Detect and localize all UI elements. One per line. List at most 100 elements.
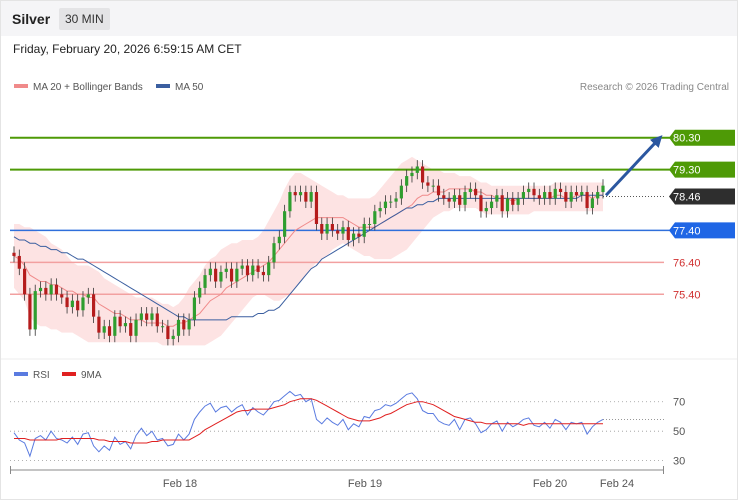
candle-body [81,297,85,311]
candle-body [352,233,356,240]
candle-body [76,300,80,311]
candle-body [521,192,525,199]
candle-body [160,326,165,328]
candle-body [240,265,244,269]
candle-body [479,195,483,212]
candle-body [346,227,350,240]
level-labels: 80.30 79.30 77.40 76.40 75.40 78.46 [669,129,735,301]
candle-body [23,268,27,295]
9ma-legend-swatch [62,372,76,376]
level-label-77.40: 77.40 [673,225,701,237]
candle-body [176,319,181,336]
x-tick-feb-20: Feb 20 [533,478,567,490]
rsi-legend-swatch [14,372,28,376]
candle-body [447,198,451,202]
candle-body [468,188,472,193]
candle-body [574,192,579,196]
x-tick-feb-19: Feb 19 [348,478,382,490]
candle-body [543,192,547,199]
ma50-legend-swatch [156,84,170,88]
price-chart-svg: MA 20 + Bollinger Bands MA 50 Research ©… [1,82,737,490]
candle-body [548,192,552,199]
candle-body [495,195,499,202]
candle-body [28,294,32,330]
candle-body [590,198,594,209]
candle-body [405,176,409,186]
candle-body [304,192,308,202]
rsi-tick-30: 30 [673,456,685,468]
candle-body [261,271,265,276]
rsi-legend: RSI 9MA [14,370,102,381]
candle-body [537,195,541,199]
candle-body [129,323,133,336]
candle-body [54,284,59,295]
level-label-75.40: 75.40 [673,289,701,301]
candle-body [150,313,154,320]
candle-body [256,265,260,272]
candle-body [569,192,573,202]
x-tick-feb-24: Feb 24 [600,478,634,490]
candle-body [145,313,149,320]
candle-body [12,252,16,256]
candle-body [580,192,584,196]
candle-body [219,271,223,282]
candle-body [224,268,228,272]
candle-body [601,185,605,193]
ma50-legend-label: MA 50 [175,82,204,93]
candle-body [235,268,239,282]
candle-body [585,192,589,209]
candle [33,284,37,336]
candle [314,185,319,231]
candle-body [277,236,281,244]
candle-body [383,201,388,209]
candle-body [187,319,191,330]
x-tick-feb-18: Feb 18 [163,478,197,490]
candle-body [86,294,90,298]
ma20-legend-swatch [14,84,28,88]
candle-body [564,192,568,202]
rsi-tick-50: 50 [673,426,685,438]
research-credit: Research © 2026 Trading Central [580,82,729,93]
bollinger-band-fill [14,156,603,346]
candle-body [505,198,510,212]
bollinger-band-layer [14,156,603,346]
candle-body [330,224,334,231]
candle-body [309,192,313,202]
candle-body [320,224,324,234]
candle-body [452,195,457,202]
candle-body [283,211,287,237]
candle-body [203,275,207,288]
rsi-panel: 70 50 30 [10,390,685,468]
candle-body [373,211,377,224]
candle-body [362,224,366,237]
candle-body [511,198,515,205]
candle-body [245,265,250,276]
candle-body [38,287,43,292]
candle-body [139,313,143,320]
candle-body [458,195,462,205]
candle-body [293,192,297,196]
candle-body [192,297,197,320]
candle-body [527,188,531,193]
candle-body [336,230,340,234]
candle-body [474,188,478,196]
candle-body [341,227,345,234]
9ma-legend-label: 9MA [81,370,102,381]
candle-body [314,192,319,224]
candle-body [431,185,435,187]
candle-body [49,284,53,295]
candle-body [44,287,48,295]
candle-body [463,192,467,205]
rsi-legend-label: RSI [33,370,50,381]
candle-body [500,195,504,212]
candle-body [516,198,520,205]
candle-body [251,265,255,276]
candle-body [60,294,64,298]
candle-body [134,319,138,336]
candle-body [208,268,212,276]
main-legend: MA 20 + Bollinger Bands MA 50 Research ©… [14,82,729,93]
candle [28,287,32,336]
candle-body [436,185,441,196]
candle-body [65,297,69,308]
candle-body [596,192,600,199]
